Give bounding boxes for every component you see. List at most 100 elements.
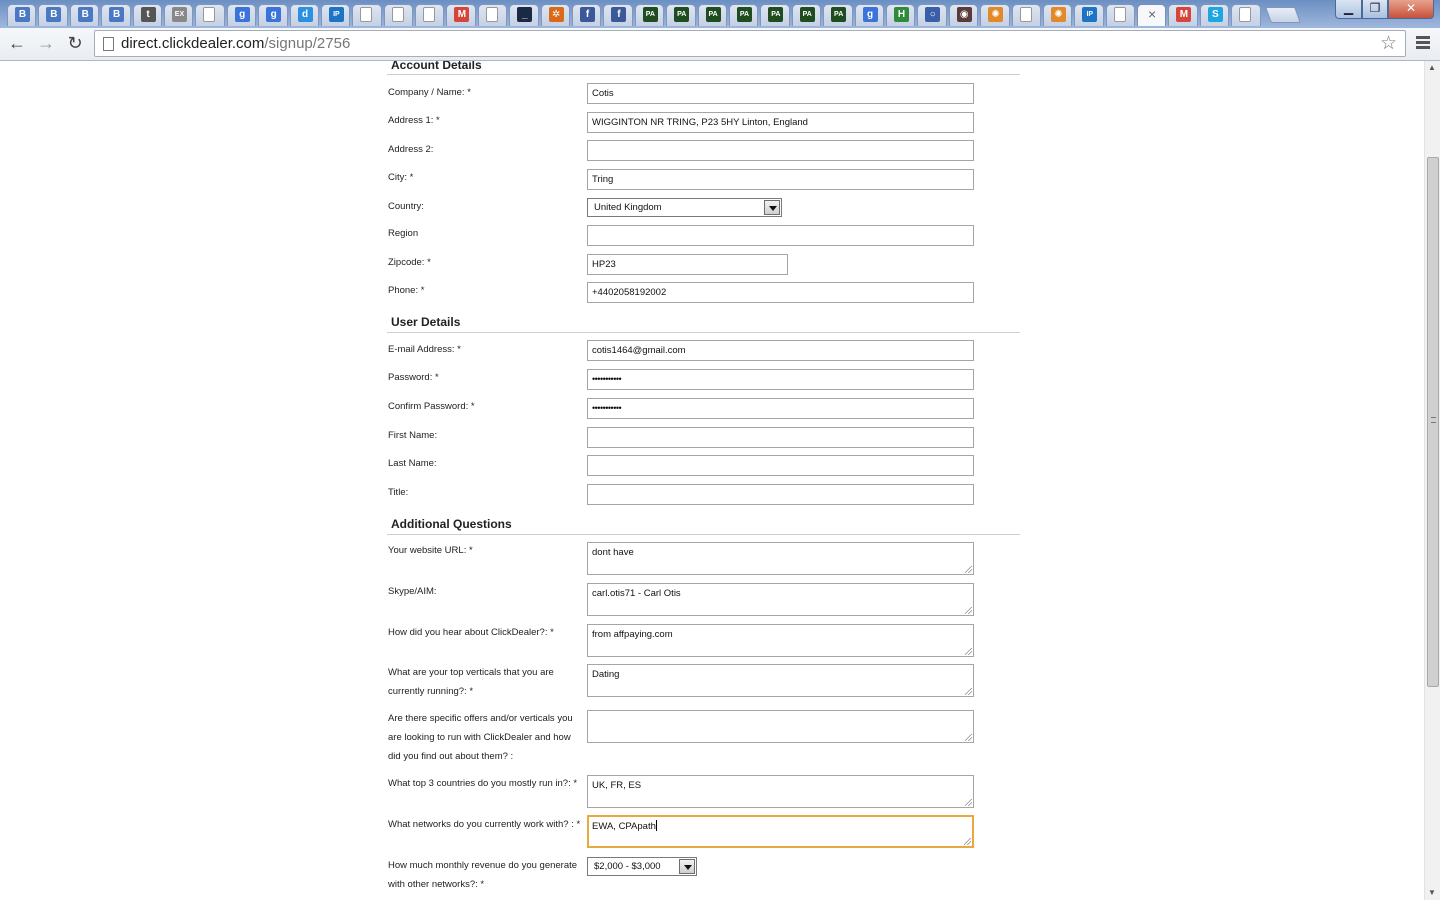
browser-tab[interactable] xyxy=(383,2,414,26)
resize-handle[interactable] xyxy=(965,799,972,806)
chevron-down-icon[interactable] xyxy=(764,200,780,215)
browser-tab[interactable]: PA xyxy=(822,2,853,26)
minimize-button[interactable]: ▁ xyxy=(1335,0,1362,19)
email-input[interactable]: cotis1464@gmail.com xyxy=(587,340,974,361)
skype-textarea[interactable]: carl.otis71 - Carl Otis xyxy=(587,583,974,616)
browser-tab[interactable]: × xyxy=(1136,2,1167,26)
browser-tab[interactable]: PA xyxy=(791,2,822,26)
address-bar[interactable]: direct.clickdealer.com/signup/2756 ☆ xyxy=(94,30,1406,57)
browser-tab[interactable]: ◉ xyxy=(948,2,979,26)
zipcode-input[interactable]: HP23 xyxy=(587,254,788,275)
browser-tab[interactable] xyxy=(1230,2,1261,26)
browser-tab[interactable]: g xyxy=(854,2,885,26)
confirm-password-label: Confirm Password: * xyxy=(388,401,475,412)
browser-tab[interactable]: M xyxy=(445,2,476,26)
url-text[interactable]: direct.clickdealer.com/signup/2756 xyxy=(121,34,350,54)
browser-tab[interactable]: PA xyxy=(697,2,728,26)
offers-textarea[interactable] xyxy=(587,710,974,743)
browser-tab[interactable]: ✺ xyxy=(979,2,1010,26)
browser-tab[interactable]: EX xyxy=(163,2,194,26)
browser-tab[interactable]: S xyxy=(1199,2,1230,26)
blogger-b-icon: B xyxy=(15,7,30,22)
last-name-label: Last Name: xyxy=(388,458,437,469)
revenue-label: How much monthly revenue do you generate… xyxy=(388,860,578,890)
browser-tab[interactable]: PA xyxy=(634,2,665,26)
browser-tab[interactable]: d xyxy=(289,2,320,26)
browser-tab[interactable]: t xyxy=(132,2,163,26)
gmail-icon: M xyxy=(454,7,470,22)
browser-tab[interactable] xyxy=(1011,2,1042,26)
browser-tab[interactable]: ✺ xyxy=(1042,2,1073,26)
browser-tab[interactable]: g xyxy=(257,2,288,26)
company-label: Company / Name: * xyxy=(388,87,471,98)
city-input[interactable]: Tring xyxy=(587,169,974,190)
phone-input[interactable]: +4402058192002 xyxy=(587,282,974,303)
browser-tab[interactable]: _ xyxy=(508,2,539,26)
browser-tab[interactable] xyxy=(477,2,508,26)
browser-tab[interactable]: B xyxy=(100,2,131,26)
skype-value: carl.otis71 - Carl Otis xyxy=(592,588,681,599)
address1-input[interactable]: WIGGINTON NR TRING, P23 5HY Linton, Engl… xyxy=(587,112,974,133)
browser-tab[interactable]: B xyxy=(69,2,100,26)
region-input[interactable] xyxy=(587,225,974,246)
browser-tab[interactable]: f xyxy=(571,2,602,26)
page-scrollbar[interactable]: ▲ ▼ xyxy=(1424,61,1440,900)
reload-button[interactable]: ↻ xyxy=(63,31,87,55)
scroll-down-arrow-icon[interactable]: ▼ xyxy=(1428,888,1436,897)
verticals-textarea[interactable]: Dating xyxy=(587,664,974,697)
resize-handle[interactable] xyxy=(965,734,972,741)
browser-tab[interactable] xyxy=(414,2,445,26)
countries-textarea[interactable]: UK, FR, ES xyxy=(587,775,974,808)
hear-textarea[interactable]: from affpaying.com xyxy=(587,624,974,657)
browser-tab[interactable]: B xyxy=(37,2,68,26)
window-close-button[interactable]: ✕ xyxy=(1388,0,1434,19)
back-button[interactable]: ← xyxy=(5,31,29,55)
maximize-button[interactable]: ❐ xyxy=(1362,0,1388,19)
browser-tab[interactable]: B xyxy=(6,2,37,26)
close-icon[interactable]: × xyxy=(1144,6,1160,22)
confirm-password-input[interactable]: ••••••••••• xyxy=(587,398,974,419)
networks-textarea[interactable]: EWA, CPApath xyxy=(587,815,974,848)
browser-tab[interactable]: PA xyxy=(759,2,790,26)
address2-input[interactable] xyxy=(587,140,974,161)
company-input[interactable]: Cotis xyxy=(587,83,974,104)
browser-tab[interactable]: IP xyxy=(320,2,351,26)
browser-tab[interactable]: PA xyxy=(665,2,696,26)
browser-tab[interactable]: IP xyxy=(1073,2,1104,26)
page-icon xyxy=(103,37,114,51)
resize-handle[interactable] xyxy=(965,688,972,695)
password-input[interactable]: ••••••••••• xyxy=(587,369,974,390)
website-textarea[interactable]: dont have xyxy=(587,542,974,575)
section-title-account: Account Details xyxy=(391,61,482,72)
browser-tab[interactable] xyxy=(1105,2,1136,26)
browser-tab[interactable]: M xyxy=(1167,2,1198,26)
resize-handle[interactable] xyxy=(965,607,972,614)
chrome-menu-icon[interactable] xyxy=(1416,36,1430,50)
revenue-select[interactable]: $2,000 - $3,000 xyxy=(587,857,697,876)
scrollbar-thumb[interactable] xyxy=(1427,157,1439,687)
browser-tab[interactable]: f xyxy=(602,2,633,26)
browser-tab[interactable]: ✲ xyxy=(540,2,571,26)
browser-tab[interactable] xyxy=(351,2,382,26)
resize-handle[interactable] xyxy=(965,566,972,573)
resize-handle[interactable] xyxy=(965,648,972,655)
scroll-up-arrow-icon[interactable]: ▲ xyxy=(1428,63,1436,72)
page-icon xyxy=(423,7,436,22)
bookmark-star-icon[interactable]: ☆ xyxy=(1380,32,1397,55)
title-input[interactable] xyxy=(587,484,974,505)
resize-handle[interactable] xyxy=(964,838,971,845)
browser-tab[interactable] xyxy=(194,2,225,26)
skype-label: Skype/AIM: xyxy=(388,586,437,597)
chevron-down-icon[interactable] xyxy=(679,859,695,874)
first-name-input[interactable] xyxy=(587,427,974,448)
browser-tab[interactable]: PA xyxy=(728,2,759,26)
new-tab-button[interactable] xyxy=(1264,7,1301,23)
browser-tab[interactable]: ○ xyxy=(916,2,947,26)
forward-button[interactable]: → xyxy=(34,31,58,55)
email-label: E-mail Address: * xyxy=(388,344,461,355)
browser-tab[interactable]: g xyxy=(226,2,257,26)
browser-tab[interactable]: H xyxy=(885,2,916,26)
last-name-input[interactable] xyxy=(587,455,974,476)
section-divider xyxy=(387,332,1020,333)
country-select[interactable]: United Kingdom xyxy=(587,198,782,217)
